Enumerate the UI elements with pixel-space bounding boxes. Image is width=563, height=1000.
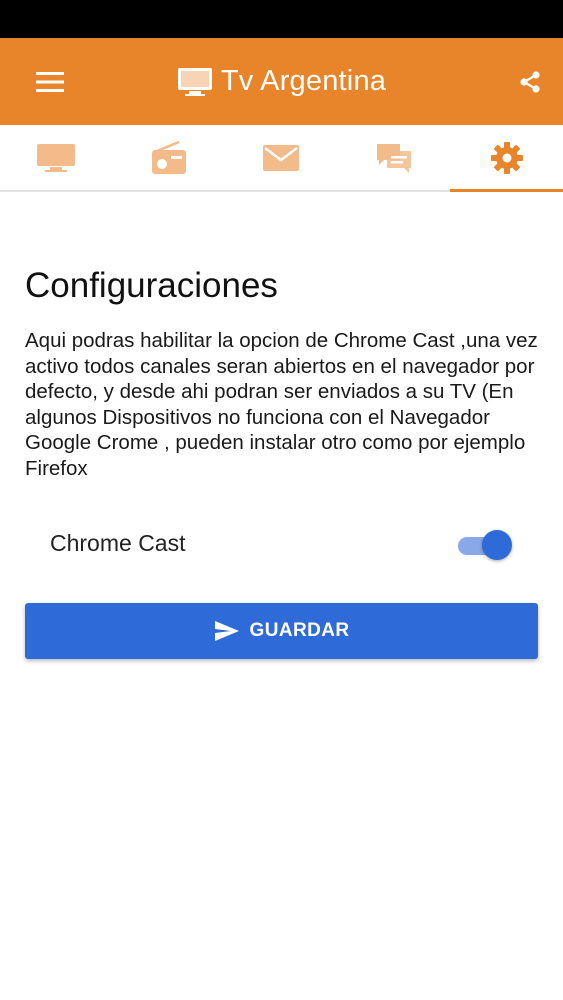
- chrome-cast-setting-row: Chrome Cast: [25, 522, 538, 566]
- tab-bar: [0, 125, 563, 192]
- gear-icon: [490, 141, 523, 174]
- menu-button[interactable]: [26, 60, 74, 104]
- mail-icon: [263, 144, 300, 171]
- tab-chat[interactable]: [338, 125, 451, 190]
- send-icon: [214, 621, 239, 641]
- radio-icon: [151, 140, 186, 174]
- hamburger-menu-icon: [36, 72, 64, 92]
- settings-description: Aqui podras habilitar la opcion de Chrom…: [25, 329, 538, 480]
- app-bar: Tv Argentina: [0, 38, 563, 125]
- tab-tv[interactable]: [0, 125, 113, 190]
- page-title: Configuraciones: [25, 266, 278, 305]
- tab-radio[interactable]: [113, 125, 226, 190]
- chat-icon: [377, 143, 412, 173]
- status-bar: [0, 0, 563, 38]
- app-title: Tv Argentina: [220, 65, 387, 97]
- tv-icon: [37, 143, 76, 172]
- tab-settings[interactable]: [450, 125, 563, 192]
- save-button[interactable]: GUARDAR: [25, 603, 538, 659]
- tab-mail[interactable]: [225, 125, 338, 190]
- share-button[interactable]: [506, 60, 554, 104]
- toggle-thumb: [482, 530, 512, 560]
- tv-icon: [177, 67, 212, 96]
- chrome-cast-toggle[interactable]: [456, 528, 514, 560]
- chrome-cast-label: Chrome Cast: [50, 530, 186, 556]
- share-icon: [520, 71, 540, 93]
- settings-content: Configuraciones Aqui podras habilitar la…: [25, 266, 538, 481]
- app-title-group: Tv Argentina: [0, 38, 563, 125]
- save-button-label: GUARDAR: [249, 620, 350, 641]
